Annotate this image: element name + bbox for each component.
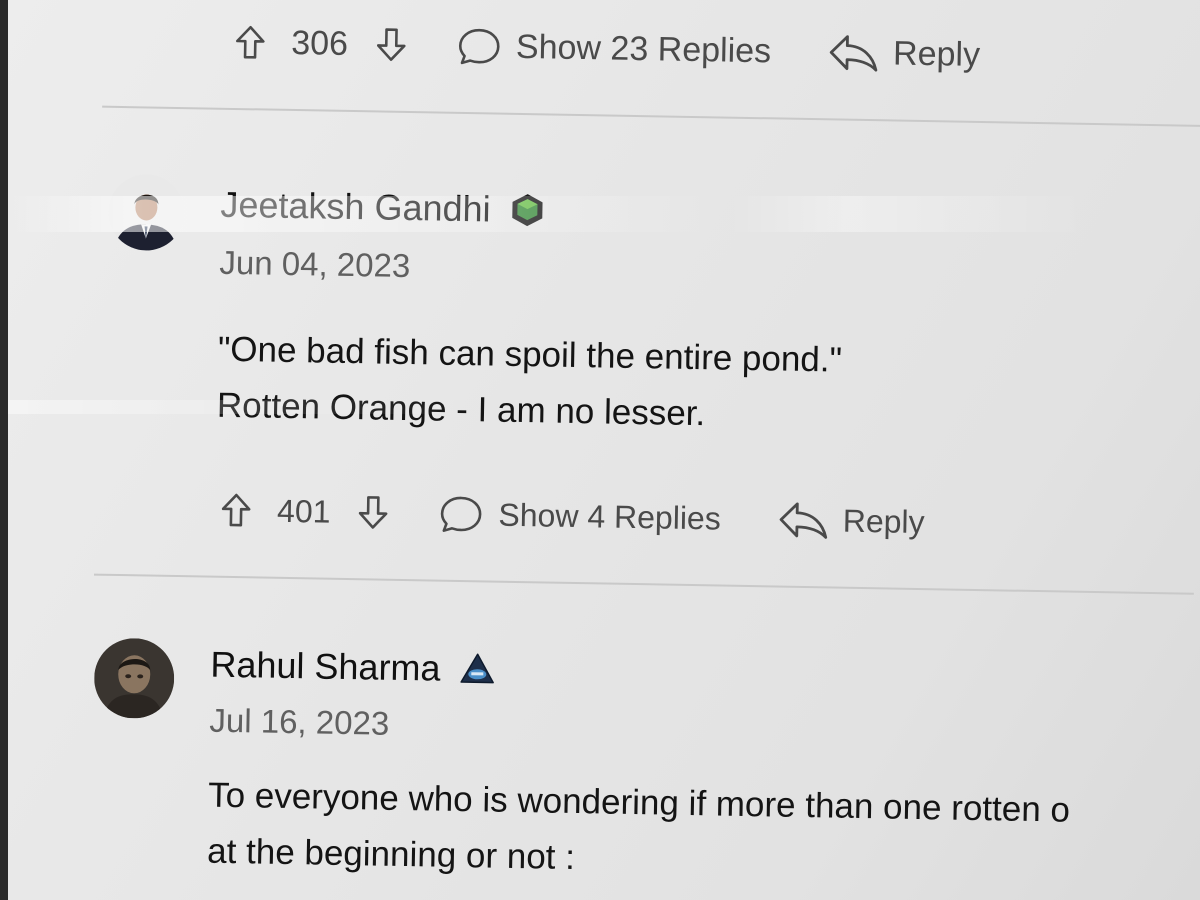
avatar[interactable] bbox=[93, 637, 175, 719]
reply-label: Reply bbox=[842, 502, 925, 540]
comment-author: Rahul Sharma bbox=[210, 644, 497, 691]
comment-body: To everyone who is wondering if more tha… bbox=[207, 768, 1071, 895]
comment-body-line: Rotten Orange - I am no lesser. bbox=[216, 385, 706, 434]
upvote-icon[interactable] bbox=[235, 25, 266, 60]
comment-actions: 401 Show 4 Replies Reply bbox=[221, 490, 925, 542]
downvote-icon[interactable] bbox=[376, 27, 407, 62]
author-name[interactable]: Jeetaksh Gandhi bbox=[220, 184, 491, 231]
reply-label: Reply bbox=[892, 33, 981, 74]
reply-button[interactable]: Reply bbox=[776, 499, 925, 542]
comment-feed: 306 Show 23 Replies Reply Jeetaksh Gandh… bbox=[8, 0, 1200, 900]
upvote-count: 306 bbox=[290, 23, 349, 63]
avatar[interactable] bbox=[107, 173, 185, 252]
screen: 306 Show 23 Replies Reply Jeetaksh Gandh… bbox=[8, 0, 1200, 900]
comment-bubble-icon bbox=[438, 494, 485, 535]
comment-author: Jeetaksh Gandhi bbox=[220, 184, 547, 232]
divider bbox=[102, 105, 1200, 127]
green-cube-badge-icon bbox=[508, 191, 547, 230]
blue-rank-badge-icon bbox=[458, 650, 497, 689]
comment-bubble-icon bbox=[456, 26, 503, 67]
comment-date: Jun 04, 2023 bbox=[219, 243, 411, 285]
reply-arrow-icon bbox=[776, 499, 829, 540]
author-name[interactable]: Rahul Sharma bbox=[210, 644, 441, 690]
reply-arrow-icon bbox=[827, 32, 880, 73]
show-replies-label: Show 23 Replies bbox=[515, 27, 772, 70]
comment-body: "One bad fish can spoil the entire pond.… bbox=[216, 322, 843, 445]
divider bbox=[93, 573, 1194, 595]
comment-actions: 306 Show 23 Replies Reply bbox=[235, 22, 980, 75]
upvote-count: 401 bbox=[276, 492, 331, 530]
reply-button[interactable]: Reply bbox=[827, 32, 981, 75]
downvote-icon[interactable] bbox=[358, 495, 389, 530]
show-replies-button[interactable]: Show 4 Replies bbox=[438, 494, 721, 539]
show-replies-label: Show 4 Replies bbox=[498, 496, 722, 537]
show-replies-button[interactable]: Show 23 Replies bbox=[456, 26, 772, 71]
comment-date: Jul 16, 2023 bbox=[209, 701, 390, 742]
upvote-icon[interactable] bbox=[221, 493, 252, 528]
